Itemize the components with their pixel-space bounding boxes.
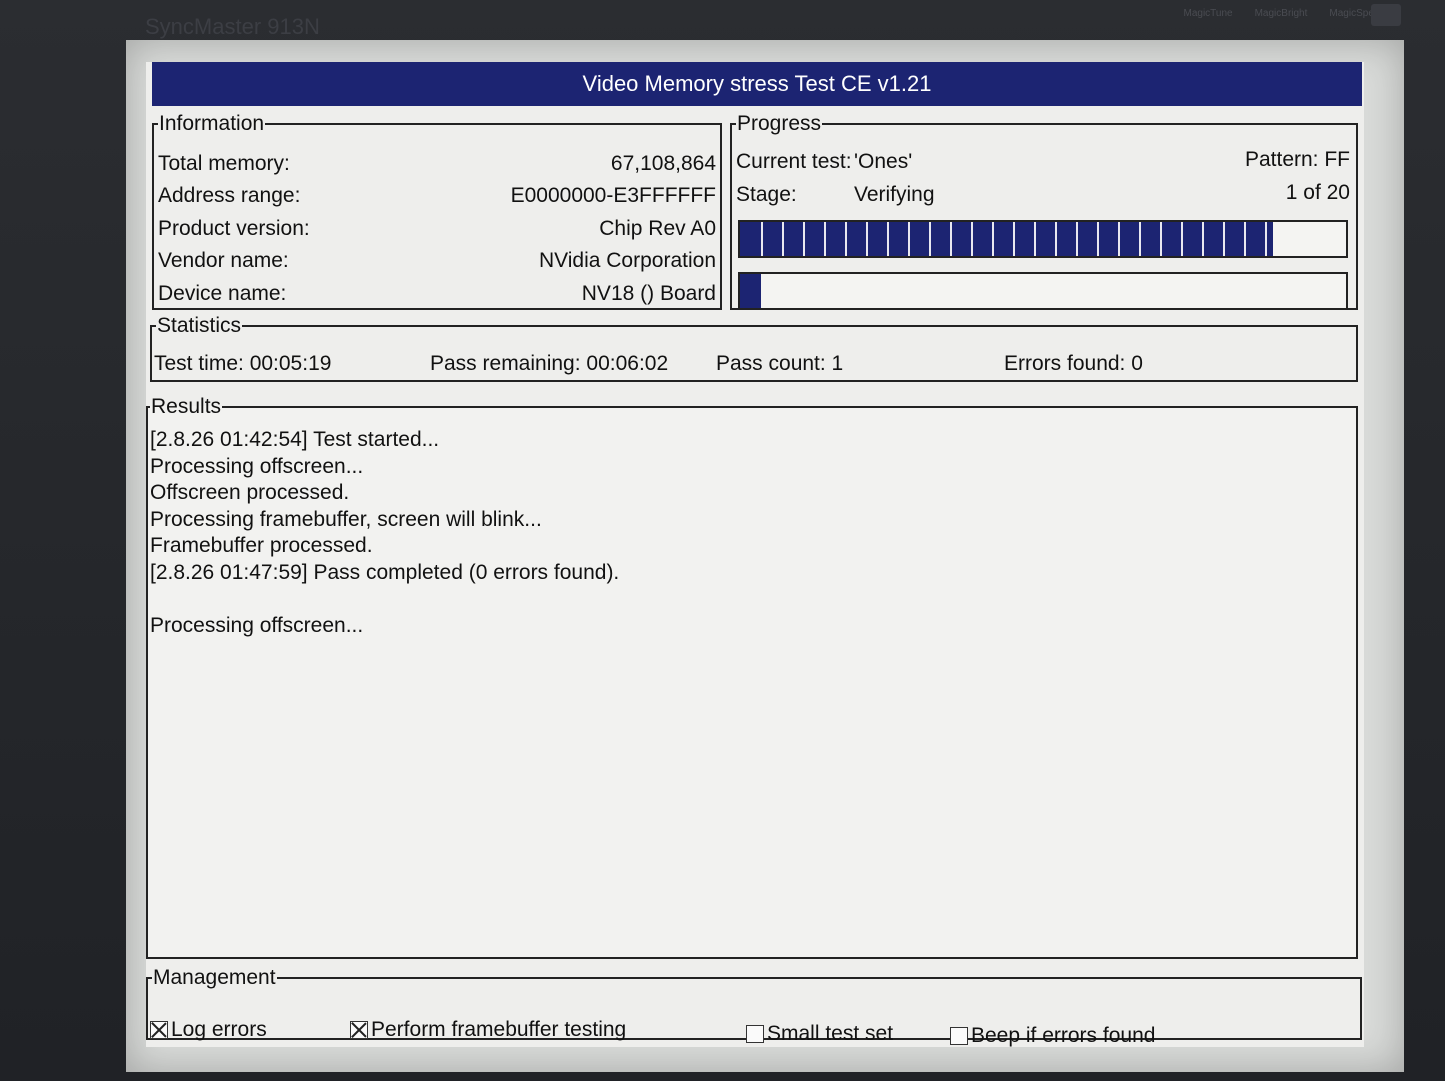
results-legend: Results <box>151 395 222 418</box>
progress-segment-divider <box>1160 222 1162 256</box>
results-group[interactable]: Results [2.8.26 01:42:54] Test started..… <box>146 395 1358 959</box>
checkbox-icon[interactable] <box>746 1025 764 1043</box>
monitor-brand: SyncMaster 913N <box>145 14 320 39</box>
progress-segment-divider <box>1223 222 1225 256</box>
log-line: Processing offscreen... <box>150 455 364 478</box>
progress-segment-divider <box>1181 222 1183 256</box>
beep-if-errors-checkbox[interactable]: Beep if errors found <box>950 1024 1155 1048</box>
log-line: [2.8.26 01:42:54] Test started... <box>150 428 440 451</box>
progress-segment-divider <box>1097 222 1099 256</box>
progress-segment-divider <box>1202 222 1204 256</box>
progress-segment-divider <box>1055 222 1057 256</box>
device-name-value: NV18 () Board <box>581 282 716 305</box>
progress-segment-divider <box>1013 222 1015 256</box>
total-memory-value: 67,108,864 <box>610 152 716 175</box>
progress-segment-divider <box>824 222 826 256</box>
log-line: Processing framebuffer, screen will blin… <box>150 508 542 531</box>
total-memory-label: Total memory: <box>158 152 290 175</box>
progress-segment-divider <box>1076 222 1078 256</box>
progress-segment-divider <box>971 222 973 256</box>
pass-remaining: Pass remaining: 00:06:02 <box>430 352 669 375</box>
stage-label: Stage: <box>736 183 797 206</box>
pattern-value: Pattern: FF <box>1244 148 1350 171</box>
progress-legend: Progress <box>737 112 822 135</box>
pass-count: Pass count: 1 <box>716 352 844 375</box>
pass-progress-bar <box>738 272 1348 310</box>
address-range-label: Address range: <box>158 184 301 207</box>
vendor-name-label: Vendor name: <box>158 249 289 272</box>
product-version-value: Chip Rev A0 <box>599 217 716 240</box>
test-count: 1 of 20 <box>1285 181 1350 204</box>
checkbox-icon[interactable] <box>950 1027 968 1045</box>
progress-segment-divider <box>845 222 847 256</box>
progress-segment-divider <box>1118 222 1120 256</box>
pass-progress-fill <box>740 274 762 308</box>
current-test-label: Current test: <box>736 150 852 173</box>
statistics-group: Statistics Test time: 00:05:19 Pass rema… <box>150 314 1358 382</box>
stage-value: Verifying <box>854 183 935 206</box>
progress-segment-divider <box>992 222 994 256</box>
errors-found: Errors found: 0 <box>1004 352 1143 375</box>
management-legend: Management <box>153 966 276 989</box>
log-errors-label: Log errors <box>171 1018 267 1041</box>
monitor-logo: MagicBright <box>1254 8 1308 19</box>
small-test-set-label: Small test set <box>767 1022 894 1045</box>
app-window: Video Memory stress Test CE v1.21 Inform… <box>146 62 1364 1047</box>
progress-segment-divider <box>1265 222 1267 256</box>
small-test-set-checkbox[interactable]: Small test set <box>746 1022 893 1046</box>
management-group: Management Log errors Perform framebuffe… <box>146 966 1362 1047</box>
information-group: Information Total memory: 67,108,864 Add… <box>152 112 722 310</box>
progress-group: Progress Current test: 'Ones' Pattern: F… <box>730 112 1358 310</box>
progress-segment-divider <box>887 222 889 256</box>
monitor-logo: MagicTune <box>1183 8 1233 19</box>
progress-segment-divider <box>761 222 763 256</box>
log-errors-checkbox[interactable]: Log errors <box>150 1018 267 1042</box>
progress-segment-divider <box>1244 222 1246 256</box>
test-progress-bar <box>738 220 1348 258</box>
device-name-label: Device name: <box>158 282 287 305</box>
information-legend: Information <box>159 112 265 135</box>
progress-segment-divider <box>866 222 868 256</box>
test-progress-fill <box>740 222 1274 256</box>
checkbox-icon[interactable] <box>150 1021 168 1039</box>
progress-segment-divider <box>803 222 805 256</box>
log-line: Offscreen processed. <box>150 481 350 504</box>
progress-segment-divider <box>908 222 910 256</box>
progress-segment-divider <box>1034 222 1036 256</box>
monitor-screen: Video Memory stress Test CE v1.21 Inform… <box>126 40 1404 1072</box>
progress-segment-divider <box>929 222 931 256</box>
progress-segment-divider <box>782 222 784 256</box>
statistics-legend: Statistics <box>157 314 242 337</box>
framebuffer-testing-checkbox[interactable]: Perform framebuffer testing <box>350 1018 626 1042</box>
progress-segment-divider <box>950 222 952 256</box>
monitor-power-button-icon[interactable] <box>1371 4 1401 26</box>
window-title: Video Memory stress Test CE v1.21 <box>582 71 932 96</box>
test-time: Test time: 00:05:19 <box>154 352 332 375</box>
monitor-logos: MagicTune MagicBright MagicSpeed <box>1183 8 1385 19</box>
checkbox-icon[interactable] <box>350 1021 368 1039</box>
progress-segment-divider <box>1139 222 1141 256</box>
beep-if-errors-label: Beep if errors found <box>971 1024 1156 1047</box>
address-range-value: E0000000-E3FFFFFF <box>510 184 716 207</box>
product-version-label: Product version: <box>158 217 310 240</box>
framebuffer-testing-label: Perform framebuffer testing <box>371 1018 627 1041</box>
log-line: Processing offscreen... <box>150 614 364 637</box>
window-title-bar[interactable]: Video Memory stress Test CE v1.21 <box>152 62 1362 106</box>
log-line: Framebuffer processed. <box>150 534 373 557</box>
current-test-value: 'Ones' <box>854 150 913 173</box>
vendor-name-value: NVidia Corporation <box>538 249 716 272</box>
log-line: [2.8.26 01:47:59] Pass completed (0 erro… <box>150 561 620 584</box>
